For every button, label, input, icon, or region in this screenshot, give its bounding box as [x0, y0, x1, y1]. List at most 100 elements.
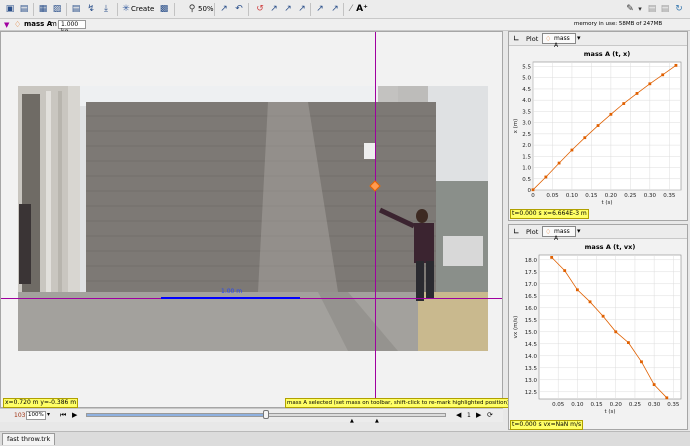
x-tick-label: 0 [531, 193, 535, 199]
end-marker-icon[interactable]: ▲ [375, 418, 379, 424]
mass-point-icon: ♢ [14, 20, 22, 29]
y-tick-label: 2.5 [522, 132, 531, 138]
plot-tab[interactable]: Plot [526, 228, 538, 236]
track-select-arrow-icon[interactable]: ▾ [577, 227, 581, 235]
plot-axes-icon: ∟ [513, 227, 520, 236]
data-point [635, 92, 639, 95]
track-select[interactable]: ♢ mass A [542, 33, 576, 49]
frame-number[interactable]: 103 [14, 412, 25, 419]
data-point [609, 112, 613, 116]
vector-icon[interactable]: ↗ [282, 3, 294, 15]
acceleration-icon[interactable]: ↗ [296, 3, 308, 15]
refresh-icon[interactable]: ↻ [673, 3, 685, 15]
video-frame[interactable] [18, 86, 488, 351]
x-tick-label: 0.30 [644, 193, 657, 199]
play-icon[interactable]: ▶ [72, 411, 77, 419]
loop-icon[interactable]: ⟳ [487, 411, 493, 419]
zoom-level[interactable]: 50% [198, 5, 214, 13]
y-tick-label: 16.5 [525, 294, 538, 300]
clip-settings-icon[interactable]: ▤ [70, 3, 82, 15]
step-next-icon[interactable]: ▶ [476, 411, 481, 419]
rate-arrow-icon[interactable]: ▾ [47, 411, 50, 418]
coordinate-axes-icon[interactable]: ↯ [85, 3, 97, 15]
plot-readout: t=0.000 s x=6.664E-3 m [510, 209, 589, 219]
chart-vx-vs-t[interactable]: mass A (t, vx) 0.05 0.10 0.15 0.20 0.25 0.30 0.… [509, 239, 687, 417]
pencil-menu-icon[interactable]: ▾ [634, 3, 646, 15]
data-point [661, 73, 665, 77]
chart-x-vs-t[interactable]: mass A (t, x) 0 0.05 0.10 0.15 0.20 0.25 0.30 0.… [509, 46, 687, 208]
y-tick-label: 3.0 [522, 121, 531, 127]
vector-sum-icon[interactable]: ↗ [314, 3, 326, 15]
y-tick-label: 17.5 [525, 270, 538, 276]
open-file-icon[interactable]: ▣ [4, 3, 16, 15]
data-point [622, 102, 626, 105]
x-tick-label: 0.05 [552, 402, 565, 408]
y-tick-label: 15.0 [525, 330, 538, 336]
plot-header: ∟ Plot ♢ mass A ▾ [509, 225, 687, 242]
redo-icon[interactable]: ▤ [659, 3, 671, 15]
x-tick-label: 0.10 [571, 402, 584, 408]
undo-icon[interactable]: ▤ [646, 3, 658, 15]
plot-panel-position[interactable]: ∟ Plot ♢ mass A ▾ mass A (t, x) 0 0.05 0.10… [508, 31, 688, 221]
video-slider-knob[interactable] [263, 410, 269, 419]
data-point [614, 330, 618, 334]
autotracker-icon[interactable]: ↗ [218, 3, 230, 15]
plot-area [532, 61, 682, 191]
step-back-icon[interactable]: ⏮ [60, 411, 66, 420]
trail-icon[interactable]: ↺ [254, 3, 266, 15]
status-message: mass A selected (set mass on toolbar, sh… [285, 398, 512, 408]
video-scene [18, 86, 488, 351]
mass-field[interactable]: 1.000 kg [58, 20, 86, 35]
track-select-arrow-icon[interactable]: ▾ [577, 34, 581, 42]
start-marker-icon[interactable]: ▲ [350, 418, 354, 424]
save-icon[interactable]: ▤ [18, 3, 30, 15]
position-label-icon[interactable]: ↗ [268, 3, 280, 15]
vector-stretch-icon[interactable]: ↗ [329, 3, 341, 15]
font-size-icon[interactable]: A⁺ [356, 3, 368, 15]
data-point [652, 383, 656, 386]
plot-tab[interactable]: Plot [526, 35, 538, 43]
track-bar: ▼ ♢ mass A m 1.000 kg memory in use: 58M… [0, 19, 690, 35]
y-axis-line[interactable] [375, 32, 376, 407]
create-button[interactable]: Create [131, 5, 154, 13]
y-tick-label: 16.0 [525, 306, 538, 312]
track-name[interactable]: mass A [24, 20, 52, 28]
y-tick-label: 14.5 [525, 342, 538, 348]
calibration-label: 1.00 m [221, 288, 243, 295]
mass-point-icon: ♢ [545, 35, 552, 43]
plot-panel-velocity[interactable]: ∟ Plot ♢ mass A ▾ mass A (t, vx) 0.05 0.10… [508, 224, 688, 430]
x-tick-label: 0.35 [663, 193, 676, 199]
plot-area [538, 254, 682, 400]
open-folder-icon[interactable]: ▦ [37, 3, 49, 15]
x-tick-label: 0.30 [648, 402, 661, 408]
zoom-icon[interactable]: ⚲ [186, 3, 198, 15]
data-point [557, 161, 561, 165]
x-tick-label: 0.15 [585, 193, 598, 199]
player-bar: 103 100% ▾ ⏮ ▶ ▲ ▲ ◀ 1 ▶ ⟳ [0, 408, 503, 424]
calibration-tool-icon[interactable]: ⤓ [100, 3, 112, 15]
y-tick-label: 13.0 [525, 378, 538, 384]
data-point [665, 396, 669, 400]
step-size[interactable]: 1 [467, 412, 471, 419]
data-point [640, 360, 643, 364]
calibration-stick[interactable] [161, 297, 300, 299]
file-tab[interactable]: fast throw.trk [2, 433, 56, 445]
data-point [575, 288, 579, 292]
track-select[interactable]: ♢ mass A [542, 226, 576, 242]
data-point [544, 175, 548, 179]
y-tick-label: 2.0 [522, 143, 531, 149]
export-icon[interactable]: ▨ [51, 3, 63, 15]
track-menu-icon[interactable]: ▼ [4, 21, 9, 29]
video-panel[interactable]: 1.00 m x=0.720 m y=-0.386 m mass A selec… [0, 31, 512, 408]
y-tick-label: 12.5 [525, 390, 538, 396]
step-prev-icon[interactable]: ◀ [456, 411, 461, 419]
y-tick-label: 1.5 [522, 154, 531, 160]
y-tick-label: 1.0 [522, 166, 531, 172]
track-control-icon[interactable]: ▩ [158, 3, 170, 15]
playback-rate-field[interactable]: 100% [26, 411, 46, 420]
y-tick-label: 5.5 [522, 64, 531, 70]
y-tick-label: 5.0 [522, 76, 531, 82]
plot-readout: t=0.000 s vx=NaN m/s [510, 420, 584, 430]
x-tick-label: 0.20 [610, 402, 623, 408]
path-icon[interactable]: ↶ [233, 3, 245, 15]
